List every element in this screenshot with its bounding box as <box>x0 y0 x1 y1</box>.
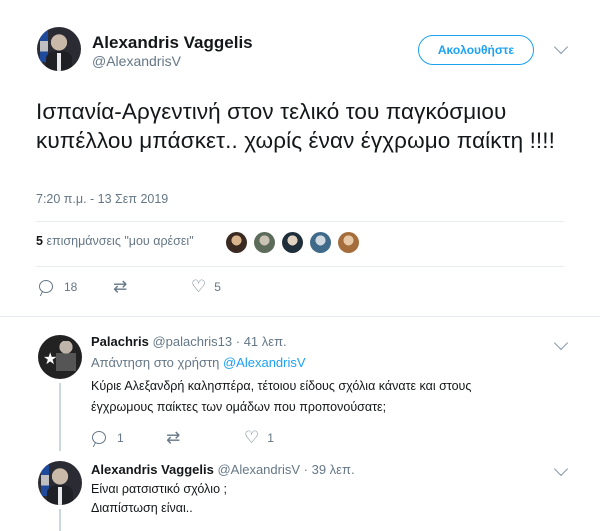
reply-time[interactable]: · 41 λεπ. <box>236 334 287 349</box>
chevron-down-icon[interactable] <box>553 461 569 477</box>
author-avatar[interactable] <box>37 27 81 71</box>
author-name[interactable]: Alexandris Vaggelis <box>92 33 253 53</box>
replying-to: Απάντηση στο χρήστη @AlexandrisV <box>91 355 306 370</box>
author-handle[interactable]: @AlexandrisV <box>92 53 181 69</box>
chevron-down-icon[interactable] <box>553 39 569 55</box>
heart-icon: ♡ <box>244 428 260 448</box>
liker-avatar[interactable] <box>338 232 359 253</box>
reply-author-name[interactable]: Alexandris Vaggelis <box>91 462 214 477</box>
retweet-icon: ⇄ <box>113 277 128 297</box>
divider <box>36 221 564 222</box>
retweet-button[interactable]: ⇄ <box>166 428 188 448</box>
reply-header: Alexandris Vaggelis @AlexandrisV · 39 λε… <box>91 462 355 477</box>
liker-avatar[interactable] <box>254 232 275 253</box>
reply-author-name[interactable]: Palachris <box>91 334 149 349</box>
reply-bubble-icon <box>91 430 109 446</box>
reply-author-handle[interactable]: @palachris13 <box>152 334 232 349</box>
reply-text: Κύριε Αλεξανδρή καλησπέρα, τέτοιου είδου… <box>91 376 571 418</box>
replying-to-label: Απάντηση στο χρήστη <box>91 355 220 370</box>
likes-count: 5 <box>36 234 43 248</box>
reply-button[interactable]: 18 <box>38 279 77 295</box>
liker-avatar[interactable] <box>282 232 303 253</box>
tweet-timestamp[interactable]: 7:20 π.μ. - 13 Σεπ 2019 <box>36 192 168 206</box>
reply-header: Palachris @palachris13 · 41 λεπ. <box>91 334 287 349</box>
follow-button[interactable]: Ακολουθήστε <box>418 35 534 65</box>
retweet-icon: ⇄ <box>166 428 181 448</box>
reply-text-line: Είναι ρατσιστικό σχόλιο ; <box>91 482 227 496</box>
reply-time[interactable]: · 39 λεπ. <box>304 462 355 477</box>
like-button[interactable]: ♡ 1 <box>244 428 274 448</box>
like-count: 1 <box>267 431 274 445</box>
reply-text: Είναι ρατσιστικό σχόλιο ; Διαπίστωση είν… <box>91 480 571 518</box>
chevron-down-icon[interactable] <box>553 335 569 351</box>
tweet-text: Ισπανία-Αργεντινή στον τελικό του παγκόσ… <box>36 99 555 153</box>
reply-text-line: Διαπίστωση είναι.. <box>91 501 193 515</box>
reply-count: 1 <box>117 431 124 445</box>
replying-to-mention[interactable]: @AlexandrisV <box>223 355 306 370</box>
reply-button[interactable]: 1 <box>91 430 124 446</box>
reply-count: 18 <box>64 280 78 294</box>
liker-avatar[interactable] <box>310 232 331 253</box>
divider <box>0 316 600 317</box>
reply-text-line: έγχρωμους παίκτες των ομάδων που προπονο… <box>91 400 387 414</box>
reply-author-handle[interactable]: @AlexandrisV <box>217 462 300 477</box>
divider <box>36 266 564 267</box>
reply-avatar[interactable]: ★ <box>38 335 82 379</box>
likes-label: επισημάνσεις "μου αρέσει" <box>46 234 194 248</box>
like-count: 5 <box>214 280 221 294</box>
heart-icon: ♡ <box>191 277 207 297</box>
retweet-button[interactable]: ⇄ <box>113 277 135 297</box>
liker-avatar[interactable] <box>226 232 247 253</box>
thread-line <box>59 509 61 531</box>
like-button[interactable]: ♡ 5 <box>191 277 221 297</box>
likes-summary[interactable]: 5 επισημάνσεις "μου αρέσει" <box>36 234 194 248</box>
reply-text-line: Κύριε Αλεξανδρή καλησπέρα, τέτοιου είδου… <box>91 379 472 393</box>
reply-avatar[interactable] <box>38 461 82 505</box>
thread-line <box>59 383 61 451</box>
reply-bubble-icon <box>38 279 56 295</box>
